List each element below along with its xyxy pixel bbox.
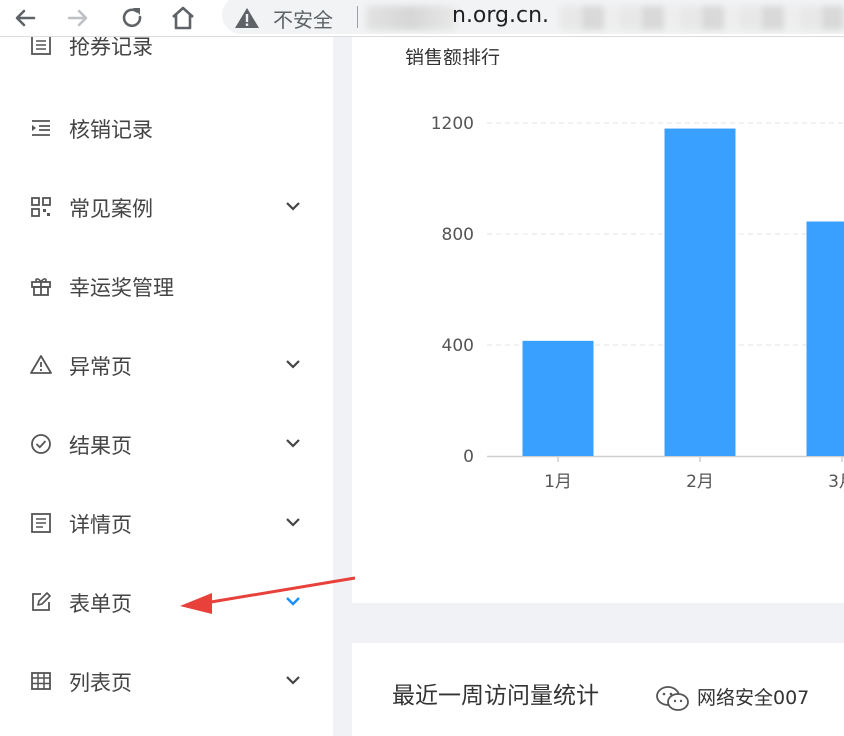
back-arrow-icon <box>15 9 36 27</box>
sidebar-item-label: 异常页 <box>69 355 132 379</box>
watermark-text: 网络安全007 <box>697 687 810 709</box>
sales-ranking-card: 销售额排行 040080012001月2月3月 <box>352 37 844 603</box>
browser-toolbar: 不安全 n.org.cn. <box>0 0 844 37</box>
y-tick-label: 1200 <box>431 114 474 134</box>
chevron-down-icon <box>286 597 300 606</box>
sidebar-item-coupon-records[interactable]: 抢券记录 <box>0 37 333 65</box>
url-text[interactable]: n.org.cn. <box>452 3 549 28</box>
redacted-url-tail <box>560 6 844 30</box>
forward-button[interactable] <box>64 4 92 32</box>
chevron-down-icon <box>286 439 300 448</box>
chevron-down-icon <box>286 202 300 211</box>
table-icon <box>31 672 51 690</box>
chevron-down-icon <box>286 676 300 685</box>
sidebar-menu: 抢券记录 核销记录 常见案例 幸运奖管理 异常页 结果页 详情页 表单页 列表页 <box>0 37 333 736</box>
sidebar-item-detail-page[interactable]: 详情页 <box>0 503 333 543</box>
sidebar-item-exception-page[interactable]: 异常页 <box>0 345 333 385</box>
sidebar-item-label: 详情页 <box>69 513 132 537</box>
bar <box>806 221 844 456</box>
sales-bar-chart: 0 400 800 1200 1月 2月 3月 <box>431 114 844 492</box>
check-circle-icon <box>31 434 51 454</box>
qrcode-icon <box>31 197 51 217</box>
profile-icon <box>31 513 51 533</box>
security-status-label[interactable]: 不安全 <box>273 4 333 33</box>
forward-arrow-icon <box>67 9 88 27</box>
bar <box>664 128 736 457</box>
not-secure-warning-icon[interactable] <box>234 6 260 30</box>
y-tick-label: 400 <box>442 336 474 356</box>
sidebar-item-result-page[interactable]: 结果页 <box>0 424 333 464</box>
back-button[interactable] <box>11 4 39 32</box>
home-icon <box>172 6 194 30</box>
bar <box>522 340 594 456</box>
sidebar-item-lucky-prize[interactable]: 幸运奖管理 <box>0 266 333 306</box>
sidebar-item-common-cases[interactable]: 常见案例 <box>0 187 333 227</box>
x-tick-label: 1月 <box>544 472 572 492</box>
sidebar-item-label: 幸运奖管理 <box>69 276 174 300</box>
sidebar-item-list-page[interactable]: 列表页 <box>0 661 333 701</box>
redacted-url-part <box>366 6 456 30</box>
sidebar-item-label: 核销记录 <box>69 118 153 142</box>
sidebar-item-label: 列表页 <box>69 671 132 695</box>
list-doc-icon <box>31 37 51 55</box>
address-separator <box>357 6 358 28</box>
wechat-logo-icon <box>656 686 689 711</box>
home-button[interactable] <box>169 4 197 32</box>
sidebar-item-label: 表单页 <box>69 592 132 616</box>
chevron-down-icon <box>286 360 300 369</box>
y-tick-label: 0 <box>463 447 474 467</box>
sidebar-item-label: 结果页 <box>69 434 132 458</box>
sidebar-item-label: 抢券记录 <box>69 37 153 59</box>
gift-icon <box>31 278 51 296</box>
chevron-down-icon <box>286 518 300 527</box>
x-tick-label: 3月 <box>828 472 844 492</box>
x-tick-label: 2月 <box>686 472 714 492</box>
y-tick-label: 800 <box>442 225 474 245</box>
reload-icon <box>122 8 142 28</box>
form-edit-icon <box>32 592 51 611</box>
reload-button[interactable] <box>118 4 146 32</box>
warning-icon <box>30 355 52 374</box>
sidebar-item-writeoff-records[interactable]: 核销记录 <box>0 108 333 148</box>
sidebar-item-form-page[interactable]: 表单页 <box>0 582 333 622</box>
indent-list-icon <box>32 120 50 136</box>
card-title: 最近一周访问量统计 <box>392 683 599 709</box>
sidebar-item-label: 常见案例 <box>69 197 153 221</box>
